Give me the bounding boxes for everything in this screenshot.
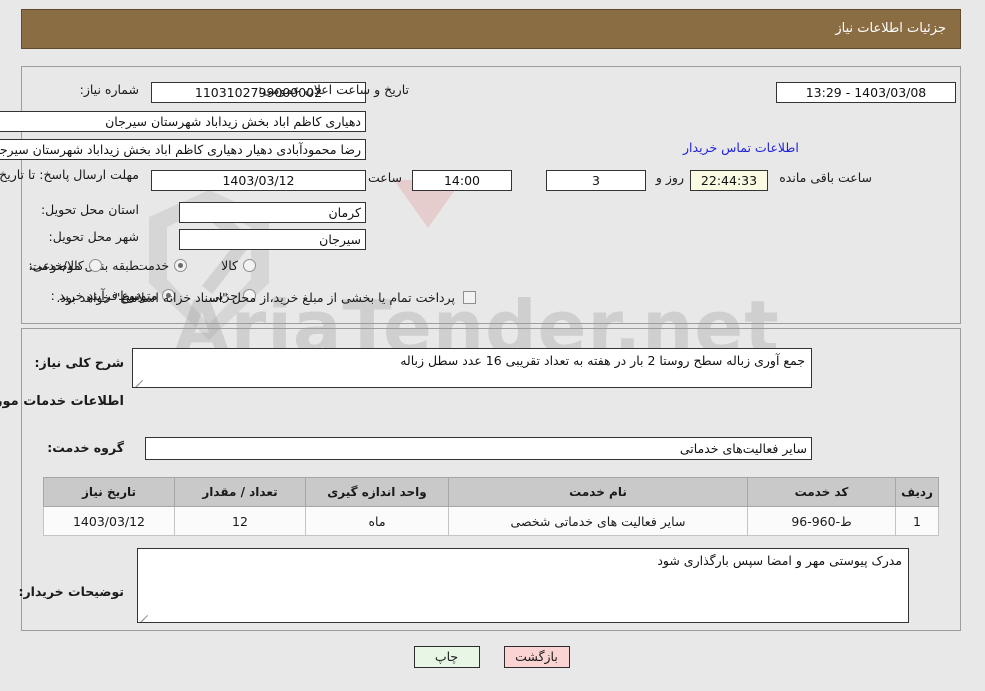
col-name: نام خدمت [449,477,749,507]
announce-datetime-value[interactable]: 1403/03/08 - 13:29 [777,82,957,103]
col-need-date: تاریخ نیاز [44,477,176,507]
services-table-wrap: ردیف کد خدمت نام خدمت واحد اندازه گیری ت… [44,477,940,536]
resize-grip-icon-notes[interactable] [141,611,151,622]
service-group-label-wrap: گروه خدمت: [48,440,125,455]
buyer-contact-link-wrap: اطلاعات تماس خریدار [684,140,800,155]
province-label-wrap: استان محل تحویل: [42,202,140,217]
table-header-row: ردیف کد خدمت نام خدمت واحد اندازه گیری ت… [44,477,940,507]
table-row[interactable]: 1 ط-960-96 سایر فعالیت های خدماتی شخصی م… [44,506,940,536]
remaining-days-field-wrap: 3 [547,170,647,191]
radio-icon-kala-khedmat[interactable] [89,259,103,272]
need-description-field-wrap: جمع آوری زباله سطح روستا 2 بار در هفته ب… [133,348,813,388]
resize-grip-icon[interactable] [136,376,146,387]
remaining-time-value: 22:44:33 [691,170,769,191]
category-option-khedmat-label: خدمت [136,258,171,273]
back-button[interactable]: بازگشت [504,646,571,668]
islamic-treasury-note: پرداخت تمام یا بخشی از مبلغ خرید،از محل … [57,290,456,305]
islamic-treasury-checkbox[interactable] [464,291,477,304]
cell-need-date: 1403/03/12 [44,506,176,536]
category-radio-row: کالا خدمت کالا/خدمت [30,258,257,273]
deadline-hour-label-wrap: ساعت [369,170,403,185]
remaining-time-field-wrap: 22:44:33 [691,170,769,191]
footer-button-bar: بازگشت چاپ [0,646,985,668]
announce-datetime-label: تاریخ و ساعت اعلان عمومی: [259,82,410,97]
province-value[interactable]: کرمان [180,202,367,223]
deadline-label: مهلت ارسال پاسخ: تا تاریخ: [0,167,140,182]
buyer-contact-link[interactable]: اطلاعات تماس خریدار [684,140,800,155]
need-description-value: جمع آوری زباله سطح روستا 2 بار در هفته ب… [401,353,806,368]
radio-icon-kala[interactable] [244,259,257,272]
province-label: استان محل تحویل: [41,202,140,217]
deadline-date-field-wrap: 1403/03/12 [152,170,367,191]
province-field-wrap: کرمان [180,202,367,223]
requester-field-wrap: رضا محمودآبادی دهیار دهیاری کاظم اباد بخ… [0,139,367,160]
remaining-days-value[interactable]: 3 [547,170,647,191]
city-label: شهر محل تحویل: [49,229,140,244]
cell-quantity: 12 [175,506,307,536]
remaining-time-label: ساعت باقی مانده [780,170,873,185]
buyer-notes-textarea[interactable]: مدرک پیوستی مهر و امضا سپس بارگذاری شود [138,548,910,623]
remaining-time-label-wrap: ساعت باقی مانده [780,170,873,185]
need-description-textarea[interactable]: جمع آوری زباله سطح روستا 2 بار در هفته ب… [133,348,813,388]
need-number-label: شماره نیاز: [80,82,140,97]
announce-datetime-label-wrap: تاریخ و ساعت اعلان عمومی: [259,82,410,97]
print-button[interactable]: چاپ [414,646,481,668]
city-field-wrap: سیرجان [180,229,367,250]
service-group-label: گروه خدمت: [48,440,125,455]
deadline-label-wrap: مهلت ارسال پاسخ: تا تاریخ: [0,167,140,183]
need-number-row: شماره نیاز: [81,82,140,97]
page-title: جزئیات اطلاعات نیاز [22,9,962,49]
need-summary-panel [22,66,962,324]
category-option-kala[interactable]: کالا [222,258,257,273]
col-unit: واحد اندازه گیری [306,477,450,507]
category-option-kala-khedmat-label: کالا/خدمت [30,258,85,273]
category-option-kala-label: کالا [222,258,239,273]
city-value[interactable]: سیرجان [180,229,367,250]
cell-code: ط-960-96 [748,506,897,536]
buyer-org-value[interactable]: دهیاری کاظم اباد بخش زیداباد شهرستان سیر… [0,111,367,132]
cell-name: سایر فعالیت های خدماتی شخصی [449,506,749,536]
deadline-hour-value[interactable]: 14:00 [413,170,513,191]
deadline-hour-field-wrap: 14:00 [413,170,513,191]
deadline-date-value[interactable]: 1403/03/12 [152,170,367,191]
requester-value[interactable]: رضا محمودآبادی دهیار دهیاری کاظم اباد بخ… [0,139,367,160]
buyer-notes-value: مدرک پیوستی مهر و امضا سپس بارگذاری شود [658,553,903,568]
radio-icon-khedmat[interactable] [175,259,189,272]
remaining-days-label: روز و [656,170,685,185]
col-quantity: تعداد / مقدار [175,477,307,507]
services-table: ردیف کد خدمت نام خدمت واحد اندازه گیری ت… [44,477,940,536]
city-label-wrap: شهر محل تحویل: [50,229,140,244]
remaining-days-label-wrap: روز و [657,170,685,185]
service-group-value[interactable]: سایر فعالیت‌های خدماتی [146,437,813,460]
service-group-field-wrap: سایر فعالیت‌های خدماتی [146,437,813,460]
buyer-org-field-wrap: دهیاری کاظم اباد بخش زیداباد شهرستان سیر… [0,111,367,132]
buyer-notes-label: توضیحات خریدار: [19,584,125,599]
islamic-treasury-row: پرداخت تمام یا بخشی از مبلغ خرید،از محل … [57,290,477,305]
services-section-title: اطلاعات خدمات مورد نیاز [0,394,125,409]
announce-datetime-field: 1403/03/08 - 13:29 [777,82,957,103]
cell-index: 1 [896,506,940,536]
buyer-notes-field-wrap: مدرک پیوستی مهر و امضا سپس بارگذاری شود [138,548,910,623]
deadline-hour-label: ساعت [368,170,403,185]
need-description-label: شرح کلی نیاز: [35,355,125,370]
col-code: کد خدمت [748,477,897,507]
category-option-khedmat[interactable]: خدمت [136,258,189,273]
need-description-label-wrap: شرح کلی نیاز: [36,355,125,370]
category-option-kala-khedmat[interactable]: کالا/خدمت [30,258,103,273]
col-index: ردیف [896,477,940,507]
buyer-notes-label-wrap: توضیحات خریدار: [19,584,125,599]
cell-unit: ماه [306,506,450,536]
